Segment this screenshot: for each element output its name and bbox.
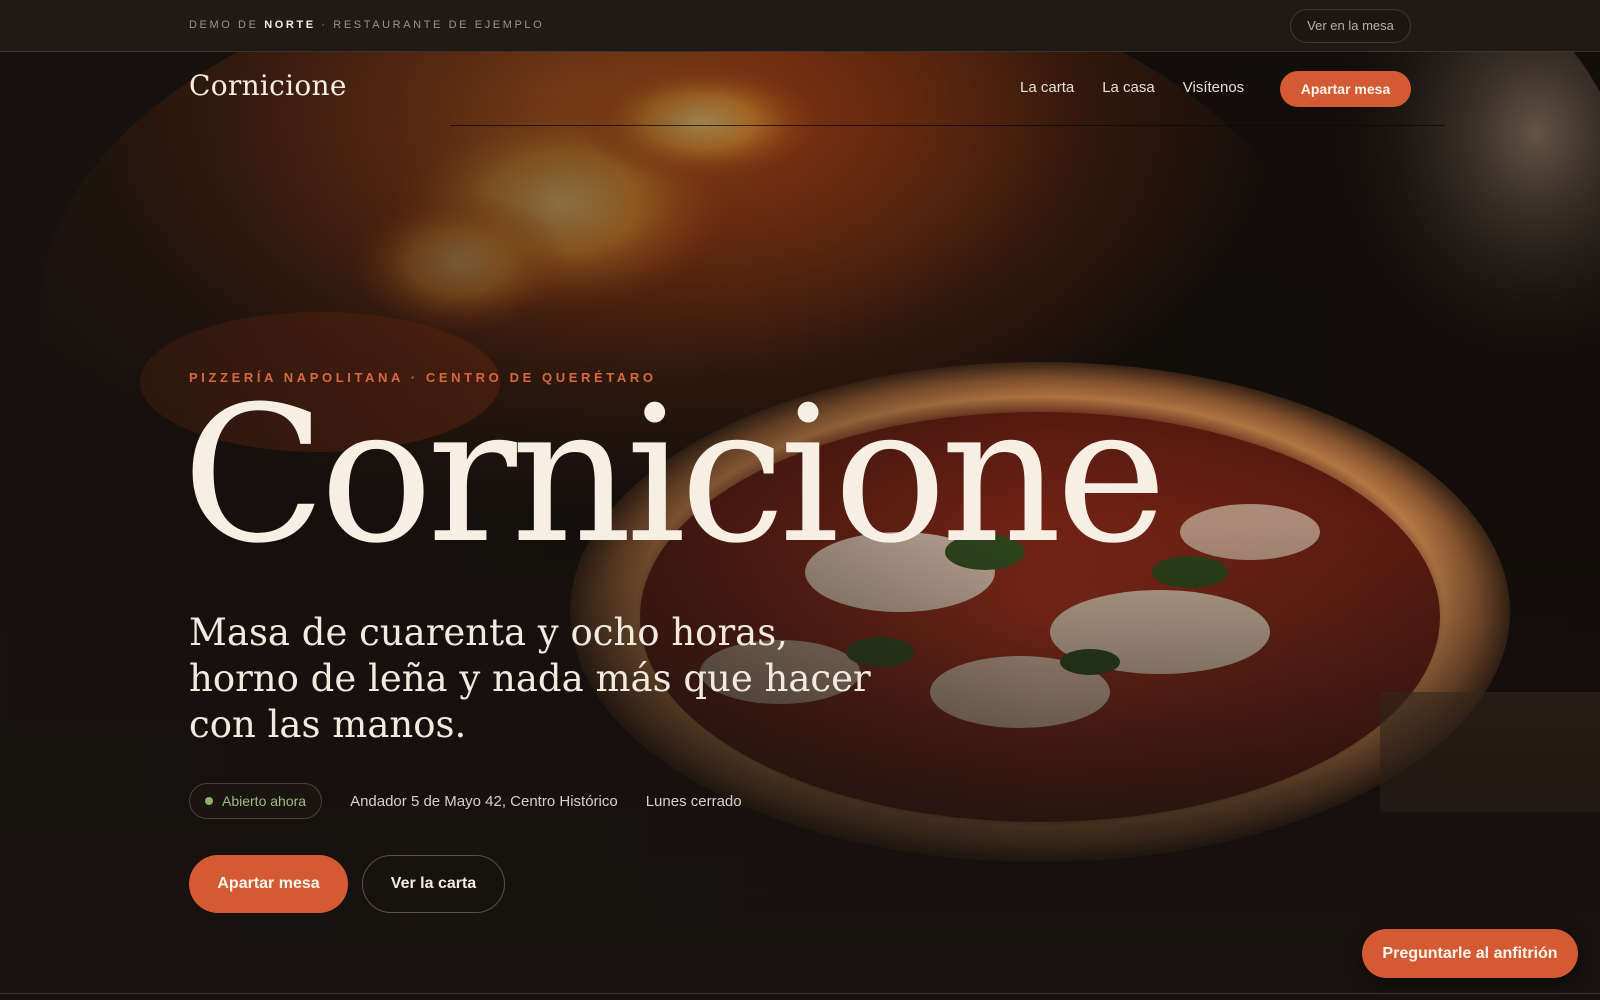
info-row: Abierto ahora Andador 5 de Mayo 42, Cent… bbox=[189, 783, 742, 819]
nav-link-house[interactable]: La casa bbox=[1102, 79, 1155, 96]
open-dot-icon bbox=[205, 797, 213, 805]
view-at-table-button[interactable]: Ver en la mesa bbox=[1290, 9, 1411, 43]
section-divider bbox=[0, 993, 1600, 994]
status-badge: Abierto ahora bbox=[189, 783, 323, 819]
hero-actions: Apartar mesa Ver la carta bbox=[189, 855, 505, 913]
landing-page: DEMO DE NORTE · RESTAURANTE DE EJEMPLO V… bbox=[0, 0, 1600, 1000]
nav-links: La carta La casa Visítenos bbox=[1020, 79, 1244, 96]
demo-label: DEMO DE NORTE · RESTAURANTE DE EJEMPLO bbox=[189, 19, 544, 31]
demo-brand: NORTE bbox=[264, 19, 316, 31]
main-nav: Cornicione La carta La casa Visítenos Ap… bbox=[0, 52, 1600, 126]
reserve-button[interactable]: Apartar mesa bbox=[189, 855, 348, 913]
status-label: Abierto ahora bbox=[222, 793, 307, 809]
hero-lede: Masa de cuarenta y ocho horas, horno de … bbox=[189, 611, 871, 746]
view-menu-button[interactable]: Ver la carta bbox=[362, 855, 505, 913]
nav-divider bbox=[450, 125, 1445, 126]
address: Andador 5 de Mayo 42, Centro Histórico bbox=[350, 792, 618, 810]
nav-reserve-button[interactable]: Apartar mesa bbox=[1280, 71, 1411, 107]
demo-banner: DEMO DE NORTE · RESTAURANTE DE EJEMPLO V… bbox=[0, 0, 1600, 52]
hero-title: Cornicione bbox=[182, 366, 1167, 585]
demo-prefix: DEMO DE bbox=[189, 19, 259, 31]
demo-suffix: · RESTAURANTE DE EJEMPLO bbox=[321, 19, 545, 31]
nav-link-visit[interactable]: Visítenos bbox=[1183, 79, 1244, 96]
nav-link-menu[interactable]: La carta bbox=[1020, 79, 1074, 96]
ask-host-button[interactable]: Preguntarle al anfitrión bbox=[1362, 929, 1578, 978]
logo[interactable]: Cornicione bbox=[189, 69, 347, 102]
hours-note: Lunes cerrado bbox=[645, 792, 742, 810]
